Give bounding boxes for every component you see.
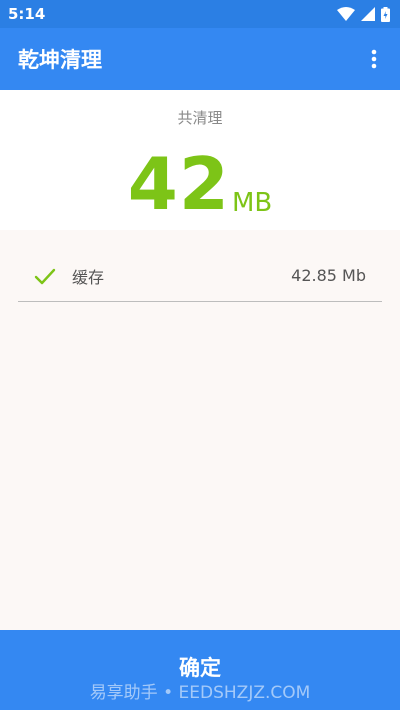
summary-label: 共清理 xyxy=(177,109,223,127)
cleaned-amount: 42 MB xyxy=(0,148,400,220)
cleanup-summary: 共清理 42 MB xyxy=(0,90,400,230)
status-time: 5:14 xyxy=(8,5,46,23)
confirm-button[interactable]: 确定 xyxy=(0,630,400,710)
list-item: 缓存 42.85 Mb xyxy=(18,250,382,302)
status-bar: 5:14 xyxy=(0,0,400,28)
cleaned-amount-value: 42 xyxy=(127,142,230,226)
check-icon xyxy=(34,268,56,284)
wifi-icon xyxy=(337,7,355,21)
signal-icon xyxy=(361,7,375,21)
item-name: 缓存 xyxy=(72,267,105,287)
status-icons xyxy=(337,6,390,22)
battery-icon xyxy=(381,6,390,22)
more-options-button[interactable] xyxy=(362,39,386,79)
app-bar: 乾坤清理 xyxy=(0,28,400,90)
cleaned-amount-unit: MB xyxy=(231,188,273,218)
app-title: 乾坤清理 xyxy=(18,48,102,72)
confirm-button-label: 确定 xyxy=(179,657,221,680)
item-size: 42.85 Mb xyxy=(291,266,366,285)
cleaned-items-list: 缓存 42.85 Mb xyxy=(0,230,400,630)
more-vert-icon xyxy=(371,49,377,69)
